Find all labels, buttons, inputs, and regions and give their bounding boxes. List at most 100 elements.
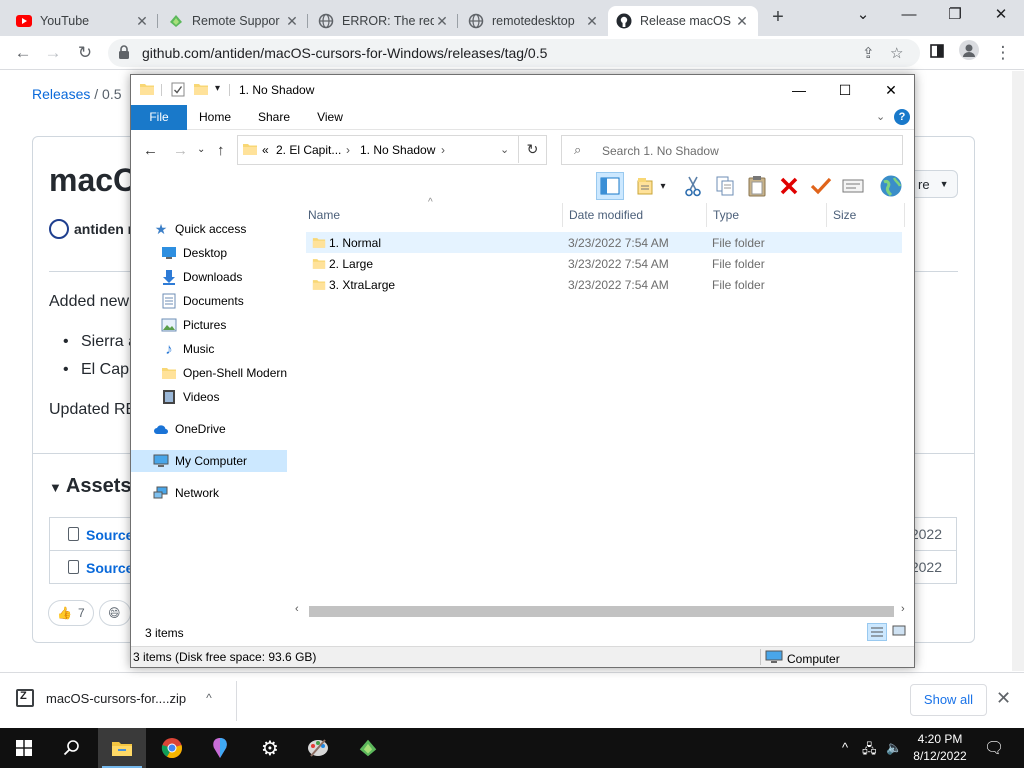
column-header-size[interactable]: Size <box>827 203 905 227</box>
tab-file[interactable]: File <box>131 105 187 130</box>
nav-onedrive[interactable]: OneDrive <box>153 418 289 440</box>
search-button[interactable] <box>48 728 96 768</box>
close-icon[interactable]: ✕ <box>868 75 914 105</box>
close-icon[interactable]: ✕ <box>434 13 450 30</box>
properties-icon[interactable] <box>839 172 867 200</box>
tab-remote-support[interactable]: Remote Suppor ✕ <box>160 6 308 36</box>
reaction-thumbs-up[interactable]: 👍 7 <box>48 600 94 626</box>
back-icon[interactable]: ← <box>10 40 36 66</box>
chevron-right-icon[interactable]: › <box>441 143 445 157</box>
breadcrumb-releases-link[interactable]: Releases <box>32 86 90 102</box>
maximize-icon[interactable]: ☐ <box>822 75 868 105</box>
forward-icon[interactable]: → <box>40 40 66 66</box>
restore-icon[interactable]: ❐ <box>932 0 978 30</box>
start-button[interactable] <box>0 728 48 768</box>
help-icon[interactable]: ? <box>894 109 910 125</box>
tab-youtube[interactable]: YouTube ✕ <box>8 6 158 36</box>
taskbar-paint[interactable] <box>294 728 342 768</box>
nav-documents[interactable]: Documents 📌 <box>161 290 289 312</box>
nav-pictures[interactable]: Pictures 📌 <box>161 314 289 336</box>
navigation-pane-icon[interactable] <box>596 172 624 200</box>
tab-home[interactable]: Home <box>195 105 235 130</box>
chevron-down-icon[interactable]: ▾ <box>657 172 669 200</box>
copy-icon[interactable] <box>711 172 739 200</box>
more-menu-icon[interactable]: ⋮ <box>990 40 1016 66</box>
asset-name[interactable]: Source <box>86 560 133 576</box>
globe-icon[interactable] <box>877 172 905 200</box>
page-scrollbar[interactable] <box>1012 71 1024 671</box>
file-row[interactable]: 2. Large 3/23/2022 7:54 AM File folder <box>306 253 902 274</box>
breadcrumb-overflow[interactable]: « <box>262 143 269 157</box>
address-bar[interactable]: github.com/antiden/macOS-cursors-for-Win… <box>108 39 920 67</box>
column-header-date[interactable]: Date modified <box>563 203 707 227</box>
rename-check-icon[interactable] <box>807 172 835 200</box>
breadcrumb-segment[interactable]: 2. El Capit... <box>276 143 341 157</box>
close-icon[interactable]: ✕ <box>978 0 1024 30</box>
chevron-down-icon[interactable]: ⌄ <box>500 143 509 156</box>
back-icon[interactable]: ← <box>143 142 158 159</box>
close-icon[interactable]: ✕ <box>996 688 1011 709</box>
chevron-up-icon[interactable]: ^ <box>206 691 212 705</box>
properties-icon[interactable] <box>171 82 185 100</box>
reaction-laugh[interactable]: 😄 <box>99 600 131 626</box>
nav-desktop[interactable]: Desktop 📌 <box>161 242 289 264</box>
scrollbar-thumb[interactable] <box>309 606 894 617</box>
download-item[interactable]: macOS-cursors-for....zip ^ <box>16 689 212 707</box>
taskbar-paint3d[interactable] <box>196 728 244 768</box>
chevron-down-icon[interactable]: ⌄ <box>876 110 885 123</box>
assets-heading[interactable]: ▼ Assets <box>49 475 131 498</box>
horizontal-scrollbar[interactable]: ‹ › <box>293 603 913 620</box>
minimize-icon[interactable]: — <box>776 75 822 105</box>
tab-view[interactable]: View <box>311 105 349 130</box>
details-view-icon[interactable] <box>867 623 887 641</box>
volume-icon[interactable]: 🔈 <box>886 740 902 756</box>
large-icons-view-icon[interactable] <box>890 623 910 641</box>
file-row[interactable]: 1. Normal 3/23/2022 7:54 AM File folder <box>306 232 902 253</box>
paste-icon[interactable] <box>743 172 771 200</box>
show-all-button[interactable]: Show all <box>910 684 987 716</box>
delete-icon[interactable] <box>775 172 803 200</box>
chevron-right-icon[interactable]: › <box>346 143 350 157</box>
customize-toolbar-icon[interactable]: ▾ <box>215 83 220 94</box>
new-folder-icon[interactable] <box>193 82 209 99</box>
close-icon[interactable]: ✕ <box>134 13 150 30</box>
nav-quick-access[interactable]: ★ Quick access <box>153 218 289 240</box>
nav-my-computer[interactable]: My Computer <box>131 450 287 472</box>
tab-error[interactable]: ERROR: The req ✕ <box>310 6 458 36</box>
close-icon[interactable]: ✕ <box>284 13 300 30</box>
scroll-right-icon[interactable]: › <box>901 603 905 615</box>
release-author[interactable]: antiden r <box>49 219 133 239</box>
recent-locations-icon[interactable]: ⌄ <box>197 144 205 155</box>
tab-share[interactable]: Share <box>253 105 295 130</box>
refresh-icon[interactable]: ↻ <box>518 135 546 163</box>
nav-music[interactable]: ♪ Music <box>161 338 289 360</box>
notification-icon[interactable]: 🗨 <box>984 738 1004 758</box>
taskbar-file-explorer[interactable] <box>98 728 146 768</box>
nav-open-shell[interactable]: Open-Shell Modern <box>161 362 289 384</box>
scroll-left-icon[interactable]: ‹ <box>295 603 299 615</box>
breadcrumb-segment[interactable]: 1. No Shadow <box>360 143 435 157</box>
new-tab-button[interactable]: + <box>766 6 790 30</box>
tab-release-macos[interactable]: Release macOS ✕ <box>608 6 758 36</box>
profile-avatar[interactable] <box>956 40 982 66</box>
taskbar-remote-support[interactable] <box>344 728 392 768</box>
file-row[interactable]: 3. XtraLarge 3/23/2022 7:54 AM File fold… <box>306 274 902 295</box>
tab-remotedesktop[interactable]: remotedesktop ✕ <box>460 6 608 36</box>
show-hidden-icons[interactable]: ^ <box>842 740 848 755</box>
taskbar-clock[interactable]: 4:20 PM 8/12/2022 <box>912 731 968 765</box>
search-input[interactable]: ⌕ Search 1. No Shadow <box>561 135 903 165</box>
taskbar-settings[interactable]: ⚙ <box>246 728 294 768</box>
cut-icon[interactable] <box>679 172 707 200</box>
address-bar[interactable]: « 2. El Capit... › 1. No Shadow › ⌄ <box>237 135 547 165</box>
nav-downloads[interactable]: Downloads 📌 <box>161 266 289 288</box>
close-icon[interactable]: ✕ <box>584 13 600 30</box>
forward-icon[interactable]: → <box>173 142 188 159</box>
taskbar-chrome[interactable] <box>148 728 196 768</box>
asset-name[interactable]: Source <box>86 527 133 543</box>
share-icon[interactable]: ⇪ <box>862 44 875 62</box>
minimize-icon[interactable]: — <box>886 0 932 30</box>
chevron-down-icon[interactable]: ⌄ <box>840 0 886 30</box>
nav-videos[interactable]: Videos <box>161 386 289 408</box>
network-icon[interactable]: 🖧 <box>862 740 877 762</box>
close-icon[interactable]: ✕ <box>734 13 750 30</box>
